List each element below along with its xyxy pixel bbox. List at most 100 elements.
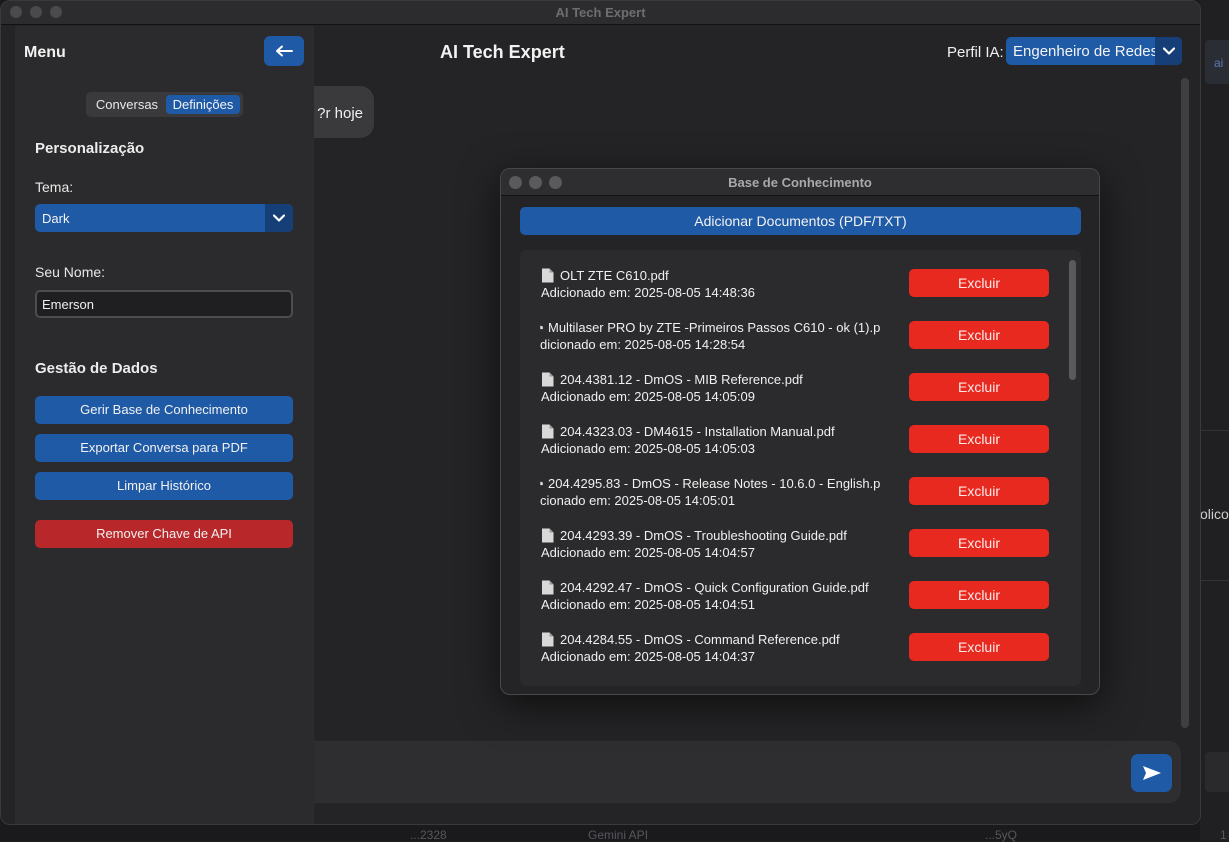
background-bottom-text: ...2328 [410, 828, 447, 842]
page-title: AI Tech Expert [440, 42, 565, 63]
document-name: 204.4292.47 - DmOS - Quick Configuration… [560, 579, 869, 596]
delete-document-button[interactable]: Excluir [909, 581, 1049, 609]
background-tab-text: ai [1214, 56, 1223, 70]
background-bottom-text: 1 [1220, 828, 1227, 842]
document-info: OLT ZTE C610.pdfAdicionado em: 2025-08-0… [541, 267, 890, 301]
export-pdf-button[interactable]: Exportar Conversa para PDF [35, 434, 293, 462]
document-info: 204.4284.55 - DmOS - Command Reference.p… [541, 631, 890, 665]
file-icon [541, 528, 554, 543]
message-input[interactable] [314, 741, 1181, 803]
document-info: Multilaser PRO by ZTE -Primeiros Passos … [540, 319, 889, 353]
file-icon [541, 268, 554, 283]
document-row: Multilaser PRO by ZTE -Primeiros Passos … [520, 319, 1060, 371]
document-added-date: Adicionado em: 2025-08-05 14:48:36 [541, 284, 890, 301]
window-titlebar: AI Tech Expert [1, 1, 1200, 25]
chevron-down-icon[interactable] [265, 204, 293, 232]
file-icon [540, 476, 543, 491]
tab-definicoes[interactable]: Definições [166, 95, 240, 114]
window-title: AI Tech Expert [1, 5, 1200, 20]
dialog-titlebar: Base de Conhecimento [501, 169, 1099, 196]
collapse-sidebar-button[interactable] [264, 36, 304, 66]
remove-api-key-button[interactable]: Remover Chave de API [35, 520, 293, 548]
document-added-date: dicionado em: 2025-08-05 14:28:54 [540, 336, 889, 353]
document-added-date: Adicionado em: 2025-08-05 14:04:51 [541, 596, 890, 613]
document-info: 204.4381.12 - DmOS - MIB Reference.pdfAd… [541, 371, 890, 405]
profile-select[interactable]: Engenheiro de Redes [1006, 37, 1182, 65]
delete-document-button[interactable]: Excluir [909, 477, 1049, 505]
delete-document-button[interactable]: Excluir [909, 373, 1049, 401]
document-list: OLT ZTE C610.pdfAdicionado em: 2025-08-0… [520, 250, 1081, 686]
clear-history-button[interactable]: Limpar Histórico [35, 472, 293, 500]
delete-document-button[interactable]: Excluir [909, 425, 1049, 453]
file-icon [540, 320, 543, 335]
personalization-heading: Personalização [35, 140, 144, 157]
add-documents-button[interactable]: Adicionar Documentos (PDF/TXT) [520, 207, 1081, 235]
document-row: 204.4295.83 - DmOS - Release Notes - 10.… [520, 475, 1060, 527]
dialog-title: Base de Conhecimento [501, 175, 1099, 190]
data-management-heading: Gestão de Dados [35, 360, 158, 377]
document-row: 204.4323.03 - DM4615 - Installation Manu… [520, 423, 1060, 475]
document-name-line: 204.4284.55 - DmOS - Command Reference.p… [541, 631, 890, 648]
background-divider [1200, 580, 1229, 581]
document-row: 204.4293.39 - DmOS - Troubleshooting Gui… [520, 527, 1060, 579]
name-field[interactable] [35, 290, 293, 318]
knowledge-base-dialog: Base de Conhecimento Adicionar Documento… [500, 168, 1100, 695]
theme-select-value: Dark [42, 211, 69, 226]
document-added-date: Adicionado em: 2025-08-05 14:04:57 [541, 544, 890, 561]
arrow-left-icon [275, 45, 293, 57]
delete-document-button[interactable]: Excluir [909, 269, 1049, 297]
document-added-date: Adicionado em: 2025-08-05 14:05:03 [541, 440, 890, 457]
document-added-date: Adicionado em: 2025-08-05 14:04:37 [541, 648, 890, 665]
document-name: OLT ZTE C610.pdf [560, 267, 669, 284]
background-text: olico [1200, 506, 1229, 522]
background-bottom-text: ...5yQ [985, 828, 1017, 842]
background-box [1205, 752, 1229, 792]
document-list-scrollbar[interactable] [1069, 260, 1076, 380]
document-info: 204.4295.83 - DmOS - Release Notes - 10.… [540, 475, 889, 509]
document-name-line: OLT ZTE C610.pdf [541, 267, 890, 284]
sidebar-title: Menu [24, 44, 66, 62]
file-icon [541, 372, 554, 387]
document-name-line: 204.4295.83 - DmOS - Release Notes - 10.… [540, 475, 889, 492]
file-icon [541, 632, 554, 647]
document-name-line: 204.4292.47 - DmOS - Quick Configuration… [541, 579, 890, 596]
document-row: 204.4381.12 - DmOS - MIB Reference.pdfAd… [520, 371, 1060, 423]
delete-document-button[interactable]: Excluir [909, 633, 1049, 661]
document-name-line: 204.4381.12 - DmOS - MIB Reference.pdf [541, 371, 890, 388]
background-divider [1200, 430, 1229, 431]
document-added-date: cionado em: 2025-08-05 14:05:01 [540, 492, 889, 509]
send-button[interactable] [1131, 754, 1172, 792]
manage-knowledge-base-button[interactable]: Gerir Base de Conhecimento [35, 396, 293, 424]
profile-label: Perfil IA: [947, 44, 1004, 61]
document-name-line: Multilaser PRO by ZTE -Primeiros Passos … [540, 319, 889, 336]
tab-conversas[interactable]: Conversas [89, 95, 165, 114]
document-row: OLT ZTE C610.pdfAdicionado em: 2025-08-0… [520, 267, 1060, 319]
document-info: 204.4292.47 - DmOS - Quick Configuration… [541, 579, 890, 613]
profile-select-value: Engenheiro de Redes [1013, 43, 1158, 60]
document-name-line: 204.4323.03 - DM4615 - Installation Manu… [541, 423, 890, 440]
file-icon [541, 580, 554, 595]
theme-select[interactable]: Dark [35, 204, 293, 232]
document-name: 204.4293.39 - DmOS - Troubleshooting Gui… [560, 527, 847, 544]
chat-message-text: r hoje? [314, 105, 363, 122]
document-info: 204.4323.03 - DM4615 - Installation Manu… [541, 423, 890, 457]
chat-scrollbar[interactable] [1181, 78, 1189, 728]
document-added-date: Adicionado em: 2025-08-05 14:05:09 [541, 388, 890, 405]
document-name: 204.4295.83 - DmOS - Release Notes - 10.… [548, 475, 880, 492]
document-name: 204.4323.03 - DM4615 - Installation Manu… [560, 423, 835, 440]
sidebar-tabs: Conversas Definições [86, 92, 243, 117]
background-bottom-text: Gemini API [588, 828, 648, 842]
document-info: 204.4293.39 - DmOS - Troubleshooting Gui… [541, 527, 890, 561]
document-name: 204.4381.12 - DmOS - MIB Reference.pdf [560, 371, 803, 388]
delete-document-button[interactable]: Excluir [909, 529, 1049, 557]
chevron-down-icon[interactable] [1155, 37, 1182, 65]
name-label: Seu Nome: [35, 264, 105, 280]
delete-document-button[interactable]: Excluir [909, 321, 1049, 349]
document-row: 204.4292.47 - DmOS - Quick Configuration… [520, 579, 1060, 631]
sidebar: Menu Conversas Definições Personalização… [15, 26, 314, 825]
file-icon [541, 424, 554, 439]
send-icon [1142, 765, 1162, 781]
document-name: Multilaser PRO by ZTE -Primeiros Passos … [548, 319, 880, 336]
document-row: 204.4284.55 - DmOS - Command Reference.p… [520, 631, 1060, 683]
document-name: 204.4284.55 - DmOS - Command Reference.p… [560, 631, 840, 648]
